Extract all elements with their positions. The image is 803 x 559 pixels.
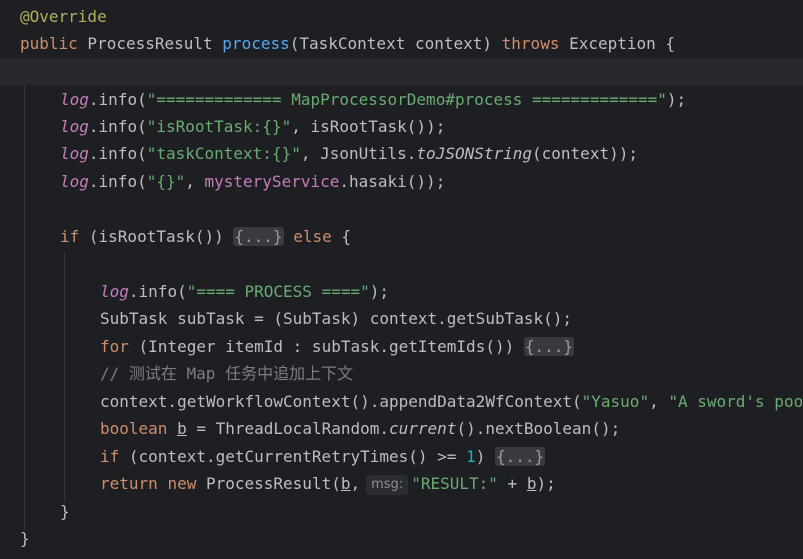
params: (TaskContext context) <box>289 34 502 53</box>
code-line[interactable]: boolean b = ThreadLocalRandom.current().… <box>0 415 803 442</box>
call: .info( <box>88 172 147 191</box>
code-line[interactable]: SubTask subTask = (SubTask) context.getS… <box>0 305 803 332</box>
field: log <box>60 172 89 191</box>
code-text: ProcessResult( <box>196 474 341 493</box>
code-text: (isRootTask()) <box>79 227 234 246</box>
folded-region[interactable]: {...} <box>233 227 284 246</box>
punct: ); <box>666 90 687 109</box>
keyword: else <box>293 227 332 246</box>
code-line[interactable]: public ProcessResult process(TaskContext… <box>0 30 803 57</box>
closing-brace: } <box>20 529 30 548</box>
code-line[interactable]: log.info("taskContext:{}", JsonUtils.toJ… <box>0 140 803 167</box>
punct: , <box>350 474 361 493</box>
code-text: SubTask subTask = (SubTask) context.getS… <box>100 309 573 328</box>
keyword: new <box>167 474 197 493</box>
code-line[interactable]: log.info("==== PROCESS ===="); <box>0 278 803 305</box>
string-literal: "RESULT:" <box>411 474 498 493</box>
field: mysteryService <box>204 172 340 191</box>
code-text: (context)); <box>532 144 638 163</box>
code-text: = ThreadLocalRandom. <box>186 419 390 438</box>
code-line[interactable]: if (isRootTask()) {...} else { <box>0 223 803 250</box>
number-literal: 1 <box>466 447 476 466</box>
code-line[interactable]: @Override <box>0 3 803 30</box>
keyword: return <box>100 474 158 493</box>
folded-region[interactable]: {...} <box>523 337 575 356</box>
field: log <box>100 282 129 301</box>
code-line[interactable]: return new ProcessResult( b, msg: "RESULT:"… <box>0 470 803 497</box>
code-line[interactable]: log.info("============= MapProcessorDemo… <box>0 86 803 113</box>
static-method: toJSONString <box>416 144 533 163</box>
code-line[interactable]: } <box>0 498 803 525</box>
closing-brace: } <box>60 502 70 521</box>
code-text: context.getWorkflowContext().appendData2… <box>100 392 582 411</box>
code-text: , isRootTask()); <box>291 117 446 136</box>
string-literal: "taskContext:{}" <box>146 144 301 163</box>
code-line[interactable]: log.info("{}", mysteryService.hasaki()); <box>0 168 803 195</box>
code-text: , <box>185 172 205 191</box>
string-literal: "Yasuo" <box>581 392 650 411</box>
current-line[interactable] <box>0 58 803 85</box>
keyword: throws <box>501 34 560 53</box>
call: .info( <box>128 282 187 301</box>
annotation: @Override <box>20 7 107 26</box>
exception-type: Exception { <box>559 34 676 53</box>
string-literal: "============= MapProcessorDemo#process … <box>146 90 667 109</box>
code-text: ) <box>475 447 495 466</box>
keyword: if <box>100 447 120 466</box>
code-text: , JsonUtils. <box>300 144 417 163</box>
code-text: (Integer itemId : subTask.getItemIds()) <box>128 337 524 356</box>
method-name: process <box>222 34 290 53</box>
type: ProcessResult <box>77 34 223 53</box>
variable: b <box>177 419 187 438</box>
call: .info( <box>88 90 147 109</box>
code-line[interactable]: if (context.getCurrentRetryTimes() >= 1)… <box>0 443 803 470</box>
folded-region[interactable]: {...} <box>494 447 546 466</box>
keyword: boolean <box>100 419 168 438</box>
field: log <box>60 144 89 163</box>
code-line[interactable]: log.info("isRootTask:{}", isRootTask()); <box>0 113 803 140</box>
keyword: for <box>100 337 129 356</box>
code-line[interactable]: } <box>0 525 803 552</box>
operator: + <box>497 474 527 493</box>
variable: b <box>526 474 537 493</box>
code-text: { <box>331 227 351 246</box>
code-text: ().nextBoolean(); <box>456 419 621 438</box>
punct: , <box>649 392 669 411</box>
code-editor[interactable]: ↓ @Override public ProcessResult process… <box>0 0 803 559</box>
string-literal: "isRootTask:{}" <box>146 117 292 136</box>
field: log <box>60 90 89 109</box>
code-line[interactable]: context.getWorkflowContext().appendData2… <box>0 388 803 415</box>
call: .info( <box>88 117 147 136</box>
punct: ); <box>536 474 556 493</box>
string-literal: "==== PROCESS ====" <box>186 282 370 301</box>
keyword: public <box>20 34 78 53</box>
code-text: .hasaki()); <box>339 172 446 191</box>
call: .info( <box>88 144 147 163</box>
static-method: current <box>389 419 457 438</box>
parameter-hint: msg: <box>366 475 409 495</box>
field: log <box>60 117 89 136</box>
code-line[interactable]: // 测试在 Map 任务中追加上下文 <box>0 360 803 387</box>
comment: // 测试在 Map 任务中追加上下文 <box>100 364 354 383</box>
punct: ); <box>369 282 389 301</box>
keyword: if <box>60 227 80 246</box>
string-literal: "{}" <box>146 172 186 191</box>
code-line[interactable]: for (Integer itemId : subTask.getItemIds… <box>0 333 803 360</box>
code-text: (context.getCurrentRetryTimes() >= <box>119 447 467 466</box>
string-literal: "A sword's poor company for a long road.… <box>668 392 803 411</box>
